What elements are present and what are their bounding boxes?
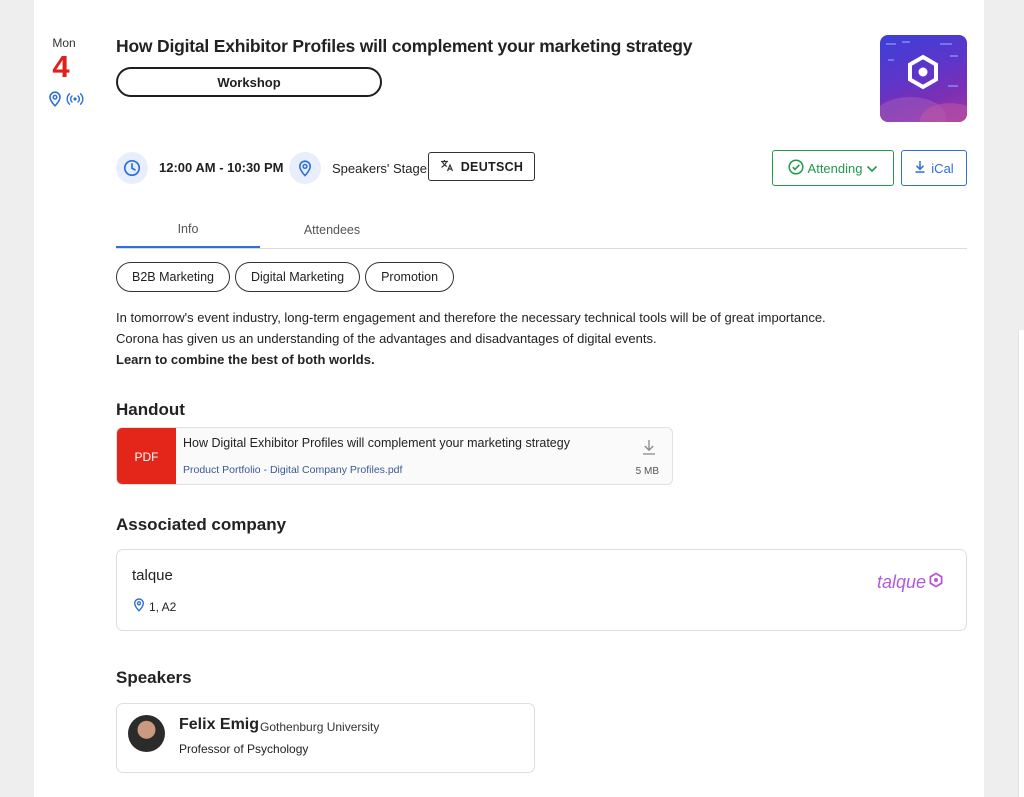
weekday-label: Mon (52, 36, 76, 50)
session-thumbnail (880, 35, 967, 122)
session-time: 12:00 AM - 10:30 PM (159, 160, 284, 175)
scroll-track[interactable] (1018, 330, 1024, 797)
handout-file-card[interactable]: PDF How Digital Exhibitor Profiles will … (116, 427, 673, 485)
description-line: Learn to combine the best of both worlds… (116, 352, 375, 367)
attending-label: Attending (807, 160, 863, 176)
topic-tags: B2B Marketing Digital Marketing Promotio… (116, 262, 455, 292)
speaker-card[interactable]: Felix Emig Gothenburg University Profess… (116, 703, 535, 773)
location-pin-icon (133, 598, 145, 615)
speaker-role: Professor of Psychology (179, 742, 309, 756)
location-pin-icon (48, 91, 62, 107)
translate-icon (440, 159, 454, 175)
description-line: Corona has given us an understanding of … (116, 331, 657, 346)
language-button[interactable]: DEUTSCH (428, 152, 535, 181)
company-logo: talque (877, 572, 944, 593)
handout-heading: Handout (116, 400, 185, 419)
check-circle-icon (787, 158, 804, 178)
company-heading: Associated company (116, 515, 287, 534)
session-type-badge: Workshop (116, 67, 382, 97)
day-number: 4 (52, 49, 70, 84)
tab-attendees[interactable]: Attendees (260, 212, 404, 247)
speaker-name: Felix Emig (179, 716, 260, 733)
tag-digital-marketing[interactable]: Digital Marketing (234, 262, 361, 292)
description-line: In tomorrow's event industry, long-term … (116, 310, 826, 325)
file-name: Product Portfolio - Digital Company Prof… (183, 464, 403, 476)
session-title: How Digital Exhibitor Profiles will comp… (116, 36, 693, 56)
download-icon (914, 160, 926, 176)
tag-b2b-marketing[interactable]: B2B Marketing (116, 262, 230, 292)
file-title: How Digital Exhibitor Profiles will comp… (183, 436, 570, 450)
hexagon-logo-icon (928, 572, 944, 593)
speaker-avatar (128, 715, 165, 752)
ical-label: iCal (931, 160, 954, 176)
tag-promotion[interactable]: Promotion (365, 262, 455, 292)
speakers-heading: Speakers (116, 668, 192, 687)
live-stream-icon (66, 92, 84, 106)
language-label: DEUTSCH (460, 159, 524, 174)
tab-bar: Info Attendees (116, 212, 967, 249)
attending-button[interactable]: Attending (772, 150, 894, 186)
session-location: Speakers' Stage (332, 161, 427, 176)
tab-info[interactable]: Info (116, 212, 260, 248)
speaker-organization: Gothenburg University (260, 720, 380, 734)
company-booth: 1, A2 (149, 599, 177, 614)
session-mode-icons (48, 91, 84, 107)
file-size: 5 MB (635, 466, 659, 477)
company-card[interactable]: talque 1, A2 talque (116, 549, 967, 631)
location-pin-icon (289, 152, 321, 184)
chevron-down-icon (866, 161, 878, 176)
ical-button[interactable]: iCal (901, 150, 967, 186)
company-name: talque (132, 567, 173, 584)
pdf-badge: PDF (117, 428, 176, 484)
company-logo-text: talque (876, 572, 926, 592)
company-location: 1, A2 (133, 598, 176, 615)
clock-icon (116, 152, 148, 184)
download-icon[interactable] (642, 439, 656, 460)
session-description: In tomorrow's event industry, long-term … (116, 307, 976, 370)
